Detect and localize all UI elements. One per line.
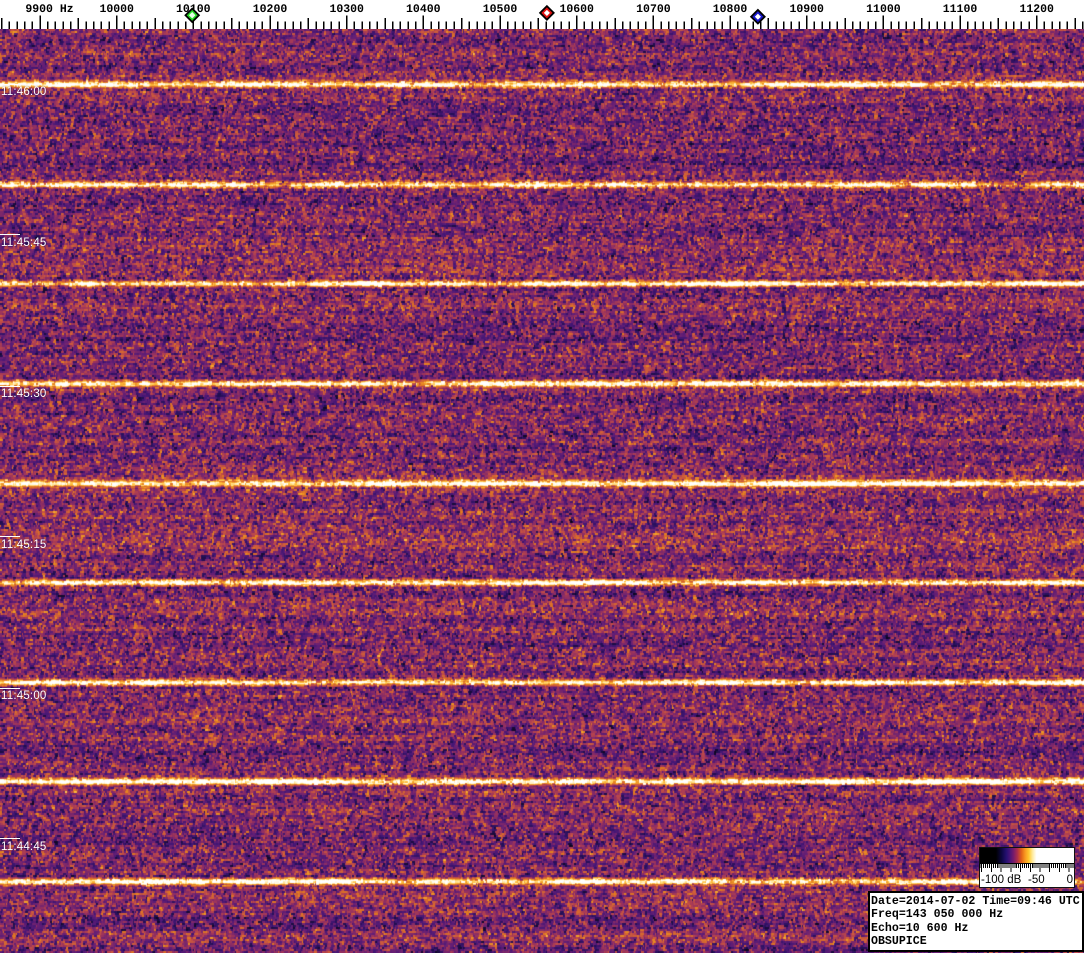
svg-text:10900: 10900: [789, 3, 824, 16]
svg-text:10000: 10000: [99, 3, 134, 16]
svg-text:10700: 10700: [636, 3, 671, 16]
svg-text:11200: 11200: [1019, 3, 1054, 16]
svg-text:10300: 10300: [329, 3, 364, 16]
svg-text:10500: 10500: [483, 3, 518, 16]
svg-text:9900 Hz: 9900 Hz: [25, 3, 73, 16]
svg-text:11100: 11100: [943, 3, 978, 16]
svg-text:10600: 10600: [559, 3, 594, 16]
svg-text:10800: 10800: [713, 3, 748, 16]
svg-text:10200: 10200: [253, 3, 288, 16]
svg-text:10400: 10400: [406, 3, 441, 16]
svg-text:11000: 11000: [866, 3, 901, 16]
